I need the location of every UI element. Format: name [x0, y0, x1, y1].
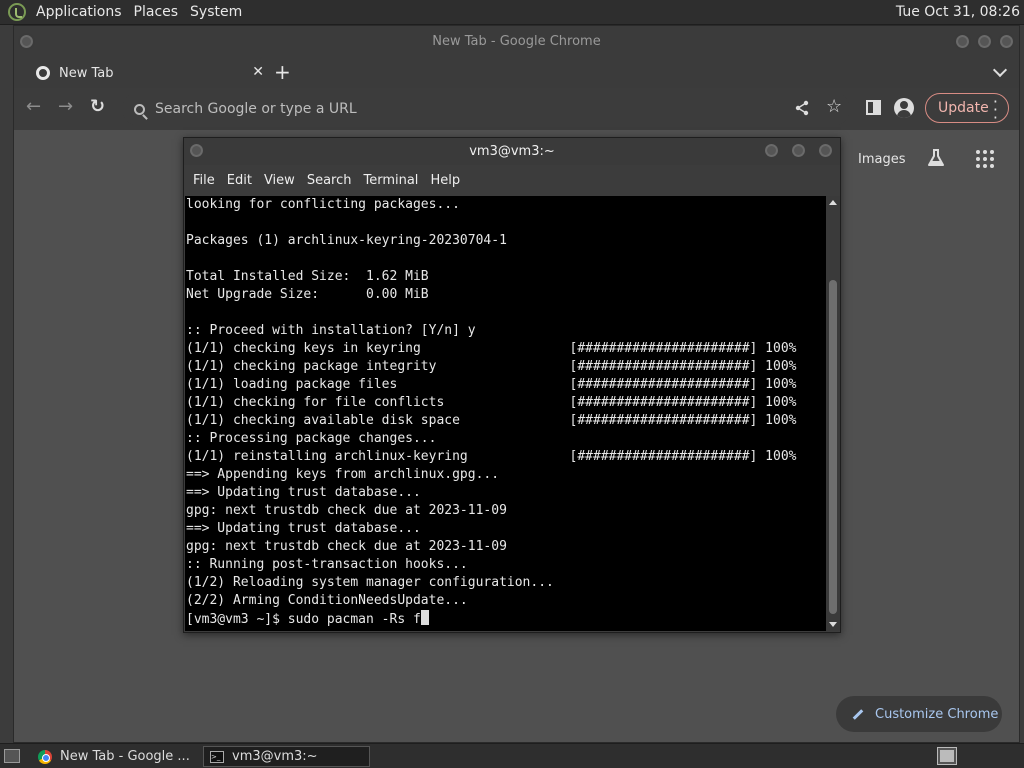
show-desktop-icon[interactable]: [4, 749, 20, 763]
tab-title: New Tab: [59, 65, 114, 81]
top-panel: Applications Places System Tue Oct 31, 0…: [0, 0, 1024, 25]
terminal-minimize-button[interactable]: [763, 142, 780, 159]
chrome-icon: [36, 66, 50, 80]
tab-new-tab[interactable]: New Tab ✕: [24, 58, 264, 88]
side-panel-icon[interactable]: [866, 100, 882, 116]
reload-icon[interactable]: ↻: [90, 96, 105, 117]
terminal-close-button[interactable]: [817, 142, 834, 159]
terminal-line: :: Processing package changes...: [186, 431, 437, 446]
profile-avatar-icon[interactable]: [894, 98, 914, 118]
terminal-scrollbar[interactable]: [826, 196, 840, 631]
terminal-line: (1/1) checking available disk space [###…: [186, 413, 797, 428]
tab-close-icon[interactable]: ✕: [252, 64, 264, 80]
new-tab-button[interactable]: +: [274, 60, 291, 84]
share-icon[interactable]: [794, 100, 810, 116]
maximize-button[interactable]: [976, 33, 993, 50]
chrome-window-title: New Tab - Google Chrome: [432, 34, 601, 49]
terminal-line: ==> Updating trust database...: [186, 485, 421, 500]
labs-flask-icon[interactable]: [926, 148, 946, 168]
omnibox[interactable]: Search Google or type a URL: [122, 92, 850, 126]
terminal-line: gpg: next trustdb check due at 2023-11-0…: [186, 503, 507, 518]
tab-strip: New Tab ✕ +: [14, 58, 1019, 88]
terminal-icon: >_: [210, 750, 224, 763]
workspace-switcher[interactable]: [937, 747, 957, 765]
terminal-maximize-button[interactable]: [790, 142, 807, 159]
terminal-line: :: Running post-transaction hooks...: [186, 557, 468, 572]
customize-chrome-button[interactable]: Customize Chrome: [836, 696, 1002, 732]
menu-search[interactable]: Search: [306, 173, 363, 188]
places-menu[interactable]: Places: [130, 4, 187, 20]
minimize-button[interactable]: [954, 33, 971, 50]
update-button[interactable]: Update · · ·: [925, 93, 1009, 126]
forward-arrow-icon[interactable]: →: [58, 96, 73, 117]
omnibox-placeholder: Search Google or type a URL: [155, 101, 357, 117]
window-menu-button[interactable]: [18, 33, 35, 50]
chrome-icon: [38, 749, 52, 764]
terminal-line: (1/1) checking package integrity [######…: [186, 359, 797, 374]
taskbar-item-label: New Tab - Google ...: [60, 749, 190, 764]
terminal-title: vm3@vm3:~: [469, 144, 555, 159]
customize-label: Customize Chrome: [875, 706, 999, 722]
google-apps-icon[interactable]: [976, 150, 994, 168]
bookmark-star-icon[interactable]: ☆: [826, 96, 842, 117]
terminal-titlebar[interactable]: vm3@vm3:~: [184, 138, 840, 165]
terminal-window: vm3@vm3:~ File Edit View Search Terminal…: [183, 137, 841, 633]
terminal-line: gpg: next trustdb check due at 2023-11-0…: [186, 539, 507, 554]
terminal-cursor: [420, 610, 429, 625]
terminal-line: (2/2) Arming ConditionNeedsUpdate...: [186, 593, 468, 608]
clock[interactable]: Tue Oct 31, 08:26: [896, 4, 1020, 20]
bottom-taskbar: New Tab - Google ... >_ vm3@vm3:~: [0, 743, 1024, 768]
menu-view[interactable]: View: [263, 173, 306, 188]
scrollbar-thumb[interactable]: [829, 280, 837, 614]
terminal-prompt-line[interactable]: [vm3@vm3 ~]$ sudo pacman -Rs f: [186, 610, 826, 628]
terminal-line: Total Installed Size: 1.62 MiB: [186, 269, 429, 284]
scroll-up-arrow-icon[interactable]: [829, 200, 837, 205]
terminal-line: (1/1) checking keys in keyring [########…: [186, 341, 797, 356]
terminal-window-menu-button[interactable]: [188, 142, 205, 159]
terminal-line: (1/2) Reloading system manager configura…: [186, 575, 554, 590]
terminal-line: :: Proceed with installation? [Y/n] y: [186, 323, 476, 338]
taskbar-item-terminal[interactable]: >_ vm3@vm3:~: [203, 746, 370, 767]
back-arrow-icon[interactable]: ←: [26, 96, 41, 117]
close-button[interactable]: [998, 33, 1015, 50]
search-icon: [134, 103, 145, 115]
terminal-line: (1/1) loading package files [###########…: [186, 377, 797, 392]
mate-logo-icon[interactable]: [8, 3, 26, 21]
update-label: Update: [938, 100, 989, 116]
prompt-text: [vm3@vm3 ~]$ sudo pacman -Rs f: [186, 612, 421, 627]
taskbar-item-chrome[interactable]: New Tab - Google ...: [32, 746, 198, 767]
menu-terminal[interactable]: Terminal: [362, 173, 429, 188]
terminal-line: (1/1) reinstalling archlinux-keyring [##…: [186, 449, 797, 464]
terminal-line: (1/1) checking for file conflicts [#####…: [186, 395, 797, 410]
terminal-line: Packages (1) archlinux-keyring-20230704-…: [186, 233, 507, 248]
terminal-line: ==> Appending keys from archlinux.gpg...: [186, 467, 500, 482]
applications-menu[interactable]: Applications: [32, 4, 130, 20]
chrome-titlebar[interactable]: New Tab - Google Chrome: [14, 26, 1019, 58]
pencil-icon: [852, 708, 864, 720]
menu-file[interactable]: File: [192, 173, 226, 188]
terminal-menubar: File Edit View Search Terminal Help: [184, 165, 840, 195]
taskbar-item-label: vm3@vm3:~: [232, 749, 318, 764]
more-vert-icon[interactable]: · · ·: [993, 94, 998, 126]
terminal-output[interactable]: looking for conflicting packages... Pack…: [185, 196, 826, 631]
tab-search-chevron-icon[interactable]: [992, 62, 1008, 78]
scroll-down-arrow-icon[interactable]: [829, 622, 837, 627]
terminal-line: looking for conflicting packages...: [186, 197, 460, 212]
menu-help[interactable]: Help: [429, 173, 471, 188]
system-menu[interactable]: System: [186, 4, 250, 20]
images-link[interactable]: Images: [858, 152, 906, 167]
terminal-line: Net Upgrade Size: 0.00 MiB: [186, 287, 429, 302]
menu-edit[interactable]: Edit: [226, 173, 263, 188]
terminal-line: ==> Updating trust database...: [186, 521, 421, 536]
toolbar: ← → ↻ Search Google or type a URL ☆ Upda…: [14, 88, 1019, 130]
